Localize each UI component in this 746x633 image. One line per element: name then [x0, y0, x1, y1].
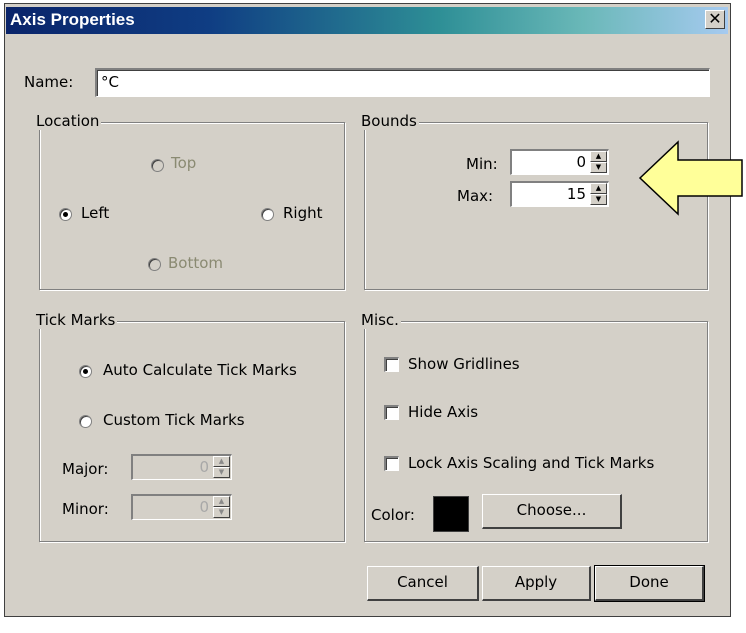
max-label: Max: — [457, 187, 494, 205]
hide-axis-checkbox[interactable] — [384, 405, 399, 420]
major-spin-arrows[interactable]: ▲ ▼ — [213, 456, 230, 478]
spin-down-icon[interactable]: ▼ — [213, 467, 230, 478]
name-input[interactable]: °C — [95, 68, 710, 97]
close-icon: ✕ — [708, 9, 722, 28]
radio-dot-icon — [83, 369, 88, 374]
major-stepper[interactable]: 0 ▲ ▼ — [131, 454, 232, 480]
apply-button[interactable]: Apply — [482, 566, 591, 601]
name-label: Name: — [24, 73, 74, 91]
min-spin-arrows[interactable]: ▲ ▼ — [590, 151, 607, 173]
hide-axis-label: Hide Axis — [408, 403, 479, 421]
done-button[interactable]: Done — [594, 565, 705, 602]
lock-axis-checkbox[interactable] — [384, 456, 399, 471]
close-button[interactable]: ✕ — [705, 10, 725, 29]
title-bar[interactable]: Axis Properties ✕ — [6, 7, 728, 34]
color-label: Color: — [371, 506, 415, 524]
location-top-label: Top — [171, 154, 197, 172]
spin-up-icon[interactable]: ▲ — [213, 456, 230, 467]
location-left-radio[interactable] — [59, 208, 72, 221]
location-left-label: Left — [81, 204, 110, 222]
radio-dot-icon — [63, 212, 68, 217]
choose-color-button[interactable]: Choose... — [482, 494, 622, 529]
show-gridlines-label: Show Gridlines — [408, 355, 520, 373]
custom-tick-marks-label: Custom Tick Marks — [103, 411, 245, 429]
spin-up-icon[interactable]: ▲ — [590, 151, 607, 162]
minor-spin-arrows[interactable]: ▲ ▼ — [213, 496, 230, 518]
bounds-legend: Bounds — [359, 112, 419, 130]
minor-label: Minor: — [62, 500, 109, 518]
location-right-radio[interactable] — [261, 208, 274, 221]
spin-down-icon[interactable]: ▼ — [213, 507, 230, 518]
color-swatch — [433, 496, 469, 532]
location-legend: Location — [34, 112, 102, 130]
auto-tick-marks-label: Auto Calculate Tick Marks — [103, 361, 297, 379]
auto-tick-marks-radio[interactable] — [79, 365, 92, 378]
lock-axis-label: Lock Axis Scaling and Tick Marks — [408, 454, 655, 472]
yellow-arrow-callout-icon — [638, 140, 743, 216]
cancel-button[interactable]: Cancel — [367, 566, 479, 601]
misc-legend: Misc. — [359, 311, 401, 329]
spin-down-icon[interactable]: ▼ — [590, 162, 607, 173]
name-input-value: °C — [101, 73, 119, 91]
min-label: Min: — [466, 155, 498, 173]
major-label: Major: — [62, 460, 109, 478]
spin-up-icon[interactable]: ▲ — [590, 183, 607, 194]
custom-tick-marks-radio[interactable] — [79, 415, 92, 428]
spin-down-icon[interactable]: ▼ — [590, 194, 607, 205]
minor-stepper[interactable]: 0 ▲ ▼ — [131, 494, 232, 520]
location-bottom-label: Bottom — [168, 254, 224, 272]
location-right-label: Right — [283, 204, 323, 222]
dialog-title: Axis Properties — [10, 10, 135, 29]
show-gridlines-checkbox[interactable] — [384, 357, 399, 372]
max-spin-arrows[interactable]: ▲ ▼ — [590, 183, 607, 205]
location-top-radio[interactable] — [151, 159, 164, 172]
tick-marks-legend: Tick Marks — [34, 311, 118, 329]
max-stepper[interactable]: 15 ▲ ▼ — [510, 181, 609, 207]
location-bottom-radio[interactable] — [148, 258, 161, 271]
min-stepper[interactable]: 0 ▲ ▼ — [510, 149, 609, 175]
spin-up-icon[interactable]: ▲ — [213, 496, 230, 507]
